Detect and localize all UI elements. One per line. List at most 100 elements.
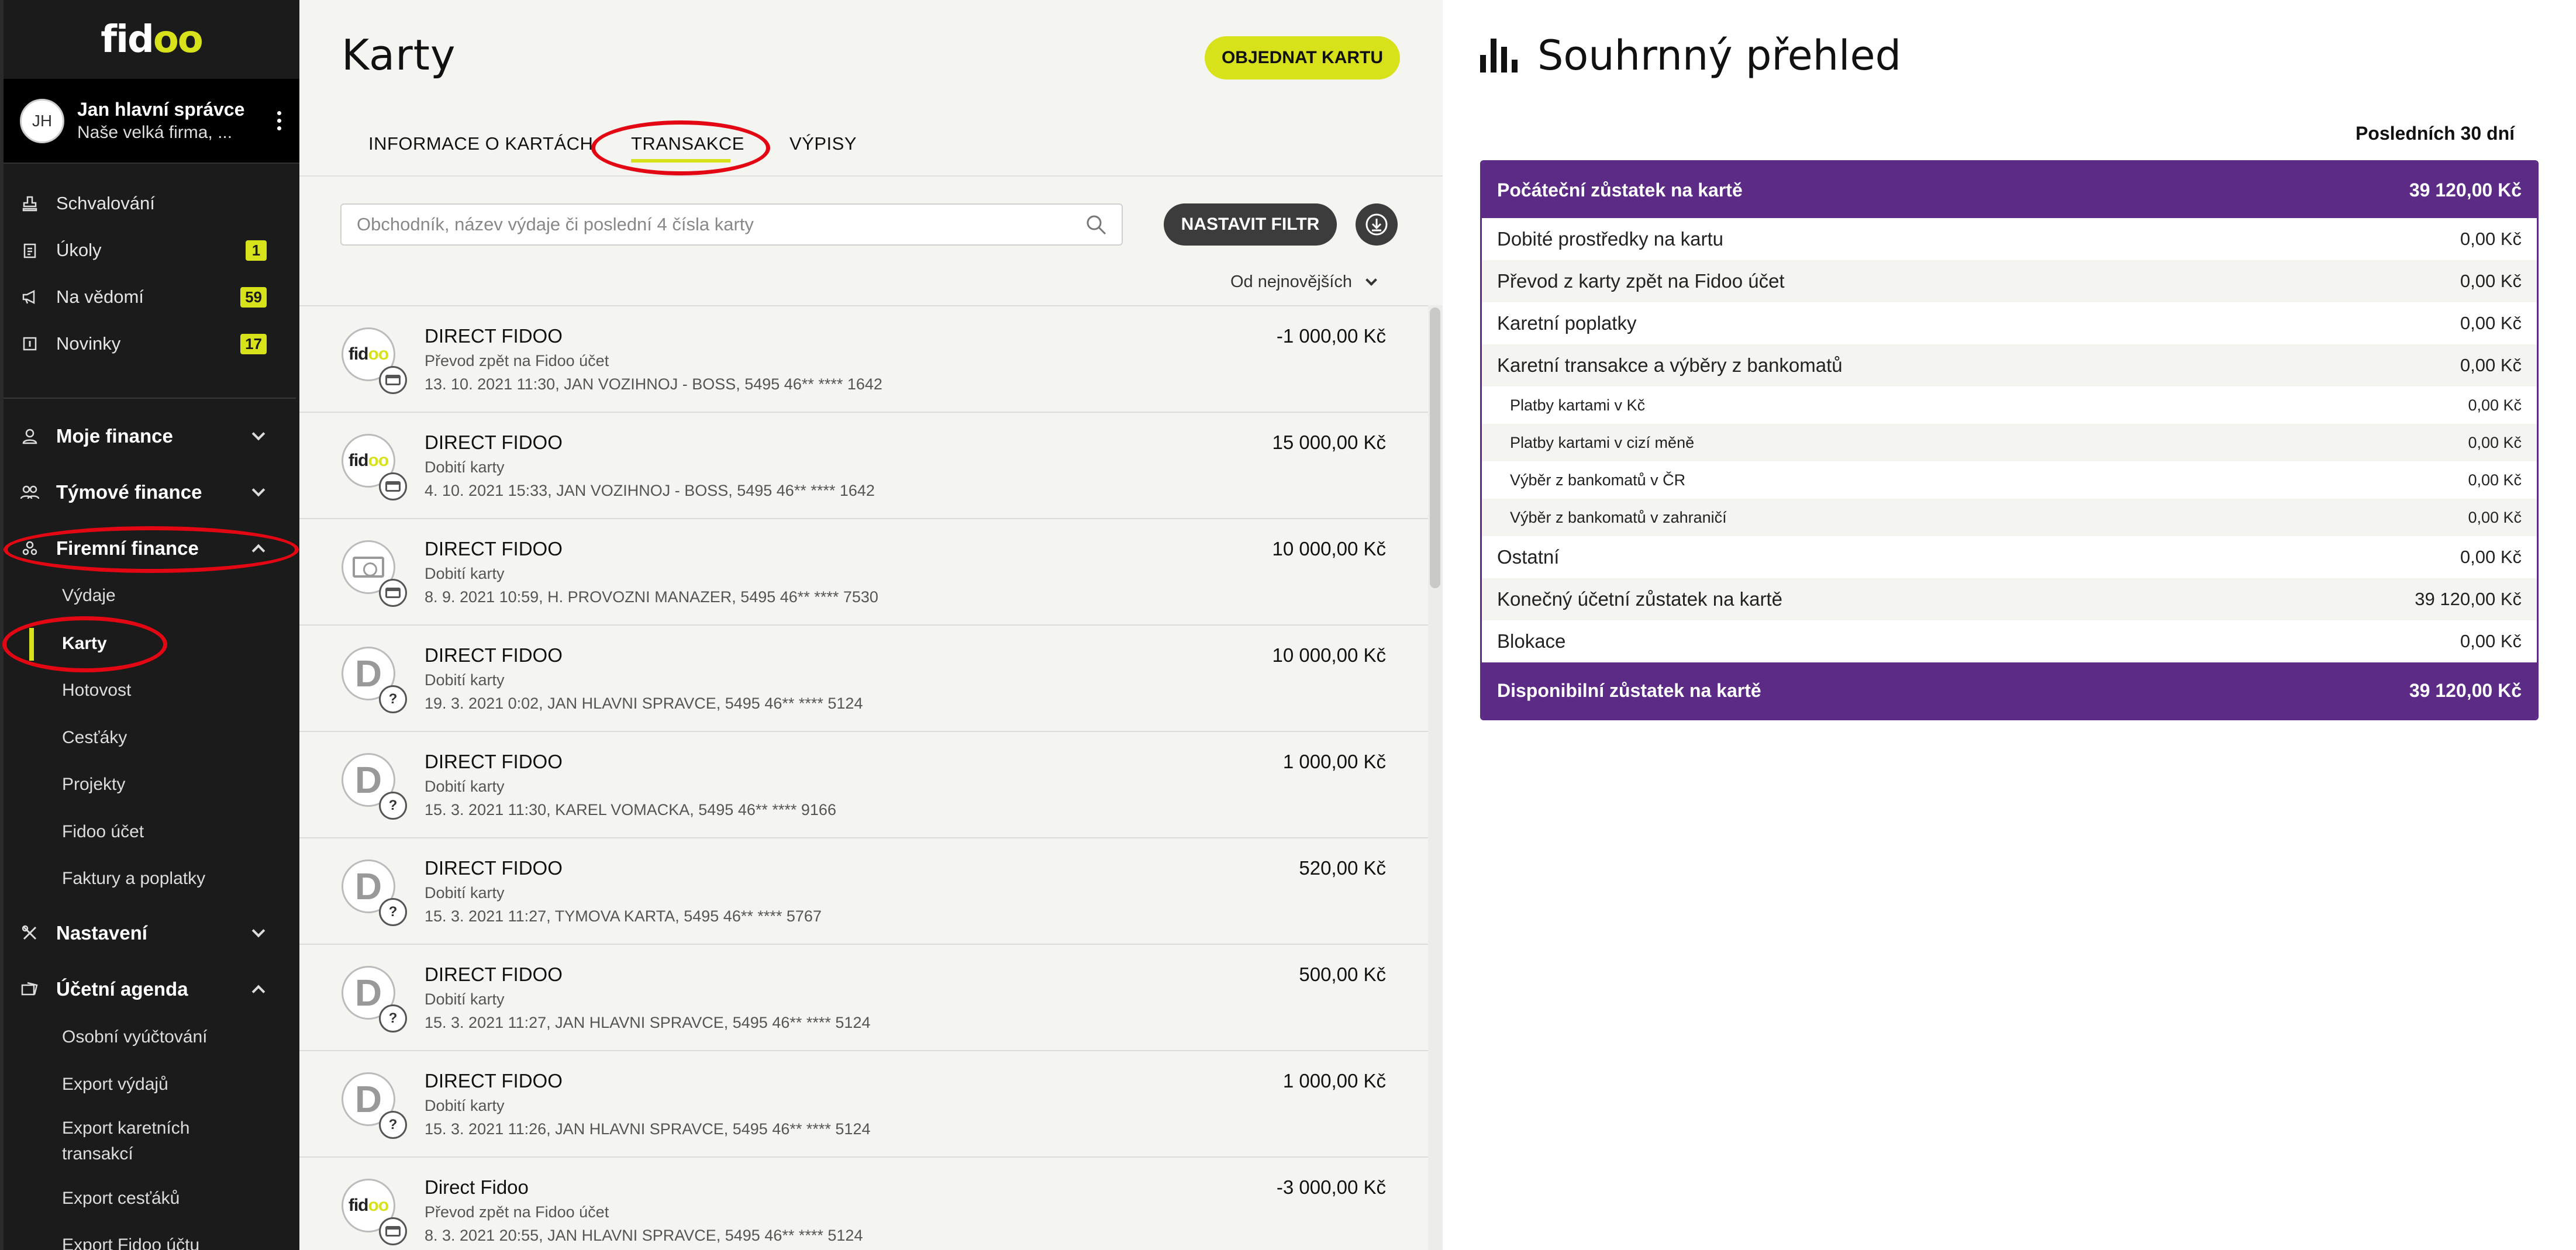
more-icon[interactable] — [270, 103, 288, 139]
summary-row-value: 0,00 Kč — [2468, 471, 2522, 489]
sidebar-section-tymove-finance[interactable]: Týmové finance — [4, 476, 296, 509]
approval-icon — [20, 194, 40, 213]
sidebar-item-export-fidoo-uctu[interactable]: Export Fidoo účtu — [4, 1230, 296, 1250]
sidebar-item-vydaje[interactable]: Výdaje — [4, 581, 296, 611]
sidebar-item-na-vedomi[interactable]: Na vědomí 59 — [4, 281, 296, 313]
summary-head-label: Počáteční zůstatek na kartě — [1497, 179, 1743, 201]
transaction-row[interactable]: D? DIRECT FIDOO Dobití karty 15. 3. 2021 11… — [299, 731, 1428, 837]
summary-foot-value: 39 120,00 Kč — [2409, 679, 2522, 701]
sort-dropdown[interactable]: Od nejnovějších — [1230, 272, 1377, 292]
summary-title-text: Souhrnný přehled — [1537, 32, 1902, 80]
summary-row-label: Platby kartami v cizí měně — [1510, 433, 1695, 451]
transaction-name: DIRECT FIDOO — [425, 538, 563, 560]
type-badge: ? — [379, 1111, 407, 1139]
sidebar-item-label: Na vědomí — [56, 286, 144, 307]
chevron-up-icon — [251, 544, 265, 558]
user-panel[interactable]: JH Jan hlavní správce Naše velká firma, … — [4, 79, 299, 164]
fidoo-logo-icon: fidoo — [348, 344, 389, 364]
transaction-meta: 15. 3. 2021 11:27, TYMOVA KARTA, 5495 46… — [425, 907, 822, 925]
sidebar-item-novinky[interactable]: Novinky 17 — [4, 327, 296, 360]
transaction-row[interactable]: DIRECT FIDOO Dobití karty 8. 9. 2021 10:59… — [299, 518, 1428, 624]
summary-row: Blokace 0,00 Kč — [1482, 620, 2537, 662]
sidebar-section-moje-finance[interactable]: Moje finance — [4, 420, 296, 453]
sidebar-item-karty[interactable]: Karty — [4, 629, 296, 659]
sidebar-item-export-vydaju[interactable]: Export výdajů — [4, 1069, 296, 1100]
sidebar-item-hotovost[interactable]: Hotovost — [4, 675, 296, 706]
transaction-row[interactable]: D? DIRECT FIDOO Dobití karty 15. 3. 2021 11… — [299, 944, 1428, 1050]
order-card-button[interactable]: OBJEDNAT KARTU — [1205, 36, 1400, 80]
transaction-meta: 15. 3. 2021 11:30, KAREL VOMACKA, 5495 4… — [425, 801, 836, 819]
transaction-row[interactable]: fidoo DIRECT FIDOO Dobití karty 4. 10. 2021… — [299, 412, 1428, 518]
merchant-letter-icon: D — [354, 972, 382, 1014]
sidebar-item-fidoo-ucet[interactable]: Fidoo účet — [4, 817, 296, 847]
tab-vypisy[interactable]: VÝPISY — [789, 133, 857, 154]
transaction-desc: Dobití karty — [425, 778, 505, 795]
set-filter-button[interactable]: NASTAVIT FILTR — [1164, 203, 1337, 246]
sidebar-item-cestaky[interactable]: Cesťáky — [4, 723, 296, 753]
transaction-row[interactable]: D? DIRECT FIDOO Dobití karty 15. 3. 2021 11… — [299, 1050, 1428, 1156]
sidebar-section-firemni-finance[interactable]: Firemní finance — [4, 532, 296, 565]
chevron-down-icon — [251, 924, 265, 938]
summary-row-value: 0,00 Kč — [2460, 547, 2522, 567]
transaction-meta: 8. 9. 2021 10:59, H. PROVOZNI MANAZER, 5… — [425, 588, 878, 606]
sidebar-item-ukoly[interactable]: Úkoly 1 — [4, 234, 296, 267]
transaction-amount: 1 000,00 Kč — [1282, 751, 1386, 772]
sidebar-item-label: Schvalování — [56, 193, 155, 213]
sidebar-item-schvalovani[interactable]: Schvalování — [4, 187, 296, 220]
chart-bars-icon — [1480, 39, 1518, 72]
transaction-name: DIRECT FIDOO — [425, 857, 563, 879]
summary-row-label: Platby kartami v Kč — [1510, 396, 1646, 414]
transaction-name: DIRECT FIDOO — [425, 644, 563, 666]
sidebar-item-projekty[interactable]: Projekty — [4, 769, 296, 800]
sidebar-section-label: Moje finance — [56, 425, 173, 447]
chevron-down-icon — [251, 483, 265, 497]
divider — [4, 398, 296, 399]
sidebar-item-osobni-vyuctovani[interactable]: Osobní vyúčtování — [4, 1022, 296, 1052]
summary-row: Výběr z bankomatů v zahraničí 0,00 Kč — [1482, 499, 2537, 536]
unknown-category-icon: ? — [388, 797, 398, 813]
sidebar-section-ucetni-agenda[interactable]: Účetní agenda — [4, 973, 296, 1006]
tools-icon — [20, 923, 40, 943]
unknown-category-icon: ? — [388, 691, 398, 707]
transaction-meta: 4. 10. 2021 15:33, JAN VOZIHNOJ - BOSS, … — [425, 482, 875, 499]
sidebar-item-export-karetnich[interactable]: Export karetních transakcí — [4, 1116, 296, 1172]
fidoo-logo[interactable]: fid oo — [4, 0, 299, 79]
type-badge: ? — [379, 1004, 407, 1033]
type-badge — [379, 472, 407, 500]
type-badge: ? — [379, 792, 407, 820]
page-title: Karty — [342, 30, 456, 80]
scrollbar-thumb[interactable] — [1430, 308, 1440, 588]
download-button[interactable] — [1356, 203, 1398, 246]
tab-transakce[interactable]: TRANSAKCE — [631, 133, 744, 154]
cards-panel: Karty OBJEDNAT KARTU INFORMACE O KARTÁCH… — [299, 0, 1443, 1250]
tab-informace[interactable]: INFORMACE O KARTÁCH — [368, 133, 593, 154]
summary-foot-label: Disponibilní zůstatek na kartě — [1497, 679, 1761, 701]
sidebar-item-label: Úkoly — [56, 240, 102, 260]
transaction-row[interactable]: fidoo DIRECT FIDOO Převod zpět na Fidoo úč… — [299, 305, 1428, 412]
search-input[interactable]: Obchodník, název výdaje či poslední 4 čí… — [340, 203, 1123, 246]
summary-row-label: Převod z karty zpět na Fidoo účet — [1497, 270, 1785, 292]
summary-row: Karetní poplatky 0,00 Kč — [1482, 302, 2537, 344]
transaction-amount: 500,00 Kč — [1299, 964, 1386, 985]
news-icon — [20, 334, 40, 354]
sidebar-item-label: Projekty — [62, 775, 126, 794]
transaction-desc: Převod zpět na Fidoo účet — [425, 352, 609, 370]
transaction-row[interactable]: D? DIRECT FIDOO Dobití karty 15. 3. 2021 11… — [299, 837, 1428, 944]
sidebar-section-nastaveni[interactable]: Nastavení — [4, 917, 296, 949]
merchant-letter-icon: D — [354, 759, 382, 801]
megaphone-icon — [20, 287, 40, 307]
transaction-row[interactable]: D? DIRECT FIDOO Dobití karty 19. 3. 2021 0:… — [299, 624, 1428, 731]
summary-row-label: Výběr z bankomatů v ČR — [1510, 471, 1686, 489]
sidebar-section-label: Týmové finance — [56, 481, 202, 503]
unknown-category-icon: ? — [388, 1010, 398, 1026]
summary-row-value: 0,00 Kč — [2468, 396, 2522, 414]
transaction-name: DIRECT FIDOO — [425, 1070, 563, 1092]
sidebar-item-faktury[interactable]: Faktury a poplatky — [4, 864, 296, 894]
summary-row: Dobité prostředky na kartu 0,00 Kč — [1482, 218, 2537, 260]
sidebar-item-export-cestaku[interactable]: Export cesťáků — [4, 1183, 296, 1214]
summary-row-value: 0,00 Kč — [2460, 271, 2522, 291]
transaction-row[interactable]: fidoo Direct Fidoo Převod zpět na Fidoo úč… — [299, 1156, 1428, 1250]
summary-row-value: 0,00 Kč — [2460, 229, 2522, 249]
transaction-meta: 13. 10. 2021 11:30, JAN VOZIHNOJ - BOSS,… — [425, 375, 882, 393]
summary-row: Platby kartami v cizí měně 0,00 Kč — [1482, 424, 2537, 461]
